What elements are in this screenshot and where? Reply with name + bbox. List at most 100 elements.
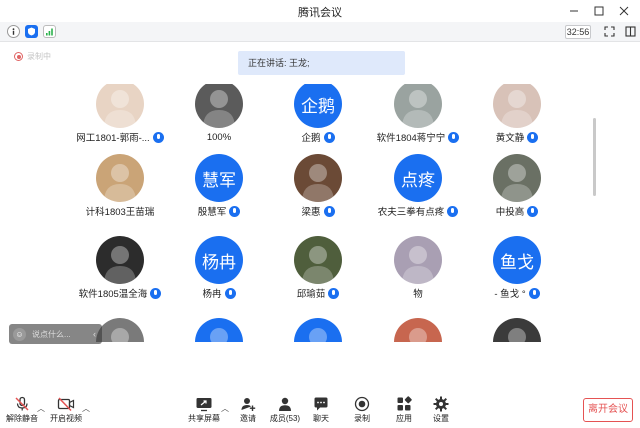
close-icon: [619, 6, 629, 16]
record-button[interactable]: 录制: [342, 396, 382, 426]
audio-options-chevron-icon[interactable]: ︿: [37, 403, 45, 414]
participant-avatar: [493, 154, 541, 202]
share-screen-icon: [195, 396, 213, 412]
avatar-photo-icon: [104, 246, 136, 284]
participant-tile[interactable]: [263, 316, 373, 342]
person-icon: [276, 396, 294, 412]
participant-name: 中投高: [495, 207, 525, 218]
avatar-photo-icon: [501, 164, 533, 202]
chat-placeholder: 说点什么...: [32, 329, 71, 339]
start-video-button[interactable]: 开启视频: [46, 396, 86, 426]
avatar-photo-icon: [409, 328, 427, 342]
meeting-info-bar: 32:56: [0, 22, 640, 42]
participant-name-row: 软件1804蒋宁宁: [363, 130, 473, 144]
grid-scrollbar[interactable]: [593, 118, 596, 196]
members-label: 成员(53): [269, 414, 301, 423]
participant-tile[interactable]: 黄文静: [462, 84, 572, 150]
participant-tile[interactable]: 邱瑜茹: [263, 234, 373, 306]
mic-active-icon: [229, 205, 241, 217]
video-options-chevron-icon[interactable]: ︿: [82, 403, 90, 414]
recording-indicator: 录制中: [14, 51, 51, 62]
chat-quick-input[interactable]: ☺ 说点什么... ‹: [9, 324, 102, 344]
emoji-icon[interactable]: ☺: [13, 327, 26, 341]
participant-tile[interactable]: 软件1805温全海: [65, 234, 175, 306]
minimize-button[interactable]: [560, 0, 588, 22]
avatar-photo-icon: [309, 328, 327, 342]
participant-tile[interactable]: 梁惠: [263, 152, 373, 224]
chat-label: 聊天: [313, 414, 329, 423]
members-button[interactable]: 成员(53): [265, 396, 305, 426]
participant-avatar: 企鹅: [294, 84, 342, 128]
layout-icon[interactable]: [624, 25, 637, 38]
participant-tile[interactable]: 软件1804蒋宁宁: [363, 84, 473, 150]
participant-tile[interactable]: 企鹅 企鹅: [263, 84, 373, 150]
participant-tile[interactable]: 慧军 殷慧军: [164, 152, 274, 224]
title-bar: 腾讯会议: [0, 0, 640, 22]
participant-avatar: [96, 154, 144, 202]
avatar-photo-icon: [104, 164, 136, 202]
share-screen-button[interactable]: 共享屏幕: [184, 396, 224, 426]
apps-grid-icon: [395, 396, 413, 412]
participant-tile[interactable]: 点疼 农夫三拳有点疼: [363, 152, 473, 224]
signal-icon[interactable]: [43, 25, 56, 38]
participant-tile[interactable]: 鱼戈 - 鱼戈 °: [462, 234, 572, 306]
camera-off-icon: [57, 396, 75, 412]
info-icon[interactable]: [7, 25, 20, 38]
settings-button[interactable]: 设置: [421, 396, 461, 426]
participant-avatar: 鱼戈: [493, 236, 541, 284]
participant-tile[interactable]: [462, 316, 572, 342]
participant-name-row: 邱瑜茹: [263, 286, 373, 300]
mic-off-icon: [13, 396, 31, 412]
avatar-photo-icon: [111, 328, 129, 342]
participant-tile[interactable]: 杨冉 杨冉: [164, 234, 274, 306]
chat-bubble-icon: [312, 396, 330, 412]
participant-name-row: 中投高: [462, 204, 572, 218]
avatar-photo-icon: [104, 90, 136, 128]
participant-tile[interactable]: 网工1801-郭雨-...: [65, 84, 175, 150]
leave-meeting-button[interactable]: 离开会议: [583, 398, 633, 422]
window-title: 腾讯会议: [298, 7, 342, 19]
participant-tile[interactable]: 计科1803王苗瑞: [65, 152, 175, 224]
fullscreen-icon[interactable]: [603, 25, 616, 38]
participant-tile[interactable]: [164, 316, 274, 342]
participant-name-row: 农夫三拳有点疼: [363, 204, 473, 218]
mic-active-icon: [150, 287, 162, 299]
participant-tile[interactable]: 100%: [164, 84, 274, 150]
participant-name-row: 物: [363, 286, 473, 300]
avatar-photo-icon: [203, 90, 235, 128]
participant-avatar: [294, 318, 342, 342]
invite-button[interactable]: 邀请: [228, 396, 268, 426]
apps-button[interactable]: 应用: [384, 396, 424, 426]
participant-avatar: [493, 84, 541, 128]
participant-name-row: 杨冉: [164, 286, 274, 300]
chat-button[interactable]: 聊天: [301, 396, 341, 426]
active-speaker-banner: 正在讲话: 王龙;: [238, 51, 405, 75]
participant-name-row: 100%: [164, 130, 274, 144]
maximize-button[interactable]: [585, 0, 613, 22]
participant-tile[interactable]: 物: [363, 234, 473, 306]
close-button[interactable]: [610, 0, 638, 22]
participant-name-row: 企鹅: [263, 130, 373, 144]
minimize-icon: [570, 10, 578, 12]
unmute-button[interactable]: 解除静音: [2, 396, 42, 426]
participant-name: 黄文静: [495, 133, 525, 144]
share-screen-label: 共享屏幕: [188, 414, 220, 423]
participant-tile[interactable]: [363, 316, 473, 342]
record-label: 录制: [354, 414, 370, 423]
participant-avatar: [493, 318, 541, 342]
participant-name: 100%: [206, 131, 232, 143]
mic-active-icon: [447, 205, 459, 217]
participant-name: 软件1804蒋宁宁: [376, 133, 446, 144]
participant-name-row: 殷慧军: [164, 204, 274, 218]
avatar-photo-icon: [210, 328, 228, 342]
participant-name: 农夫三拳有点疼: [377, 207, 445, 218]
participant-avatar: [96, 84, 144, 128]
participant-name: 梁惠: [301, 207, 321, 218]
record-dot-icon: [14, 52, 23, 61]
gear-icon: [432, 396, 450, 412]
participant-tile[interactable]: 中投高: [462, 152, 572, 224]
chevron-left-icon[interactable]: ‹: [93, 329, 96, 339]
shield-icon[interactable]: [25, 25, 38, 38]
participant-name: 计科1803王苗瑞: [85, 207, 155, 218]
participant-avatar: [96, 318, 144, 342]
